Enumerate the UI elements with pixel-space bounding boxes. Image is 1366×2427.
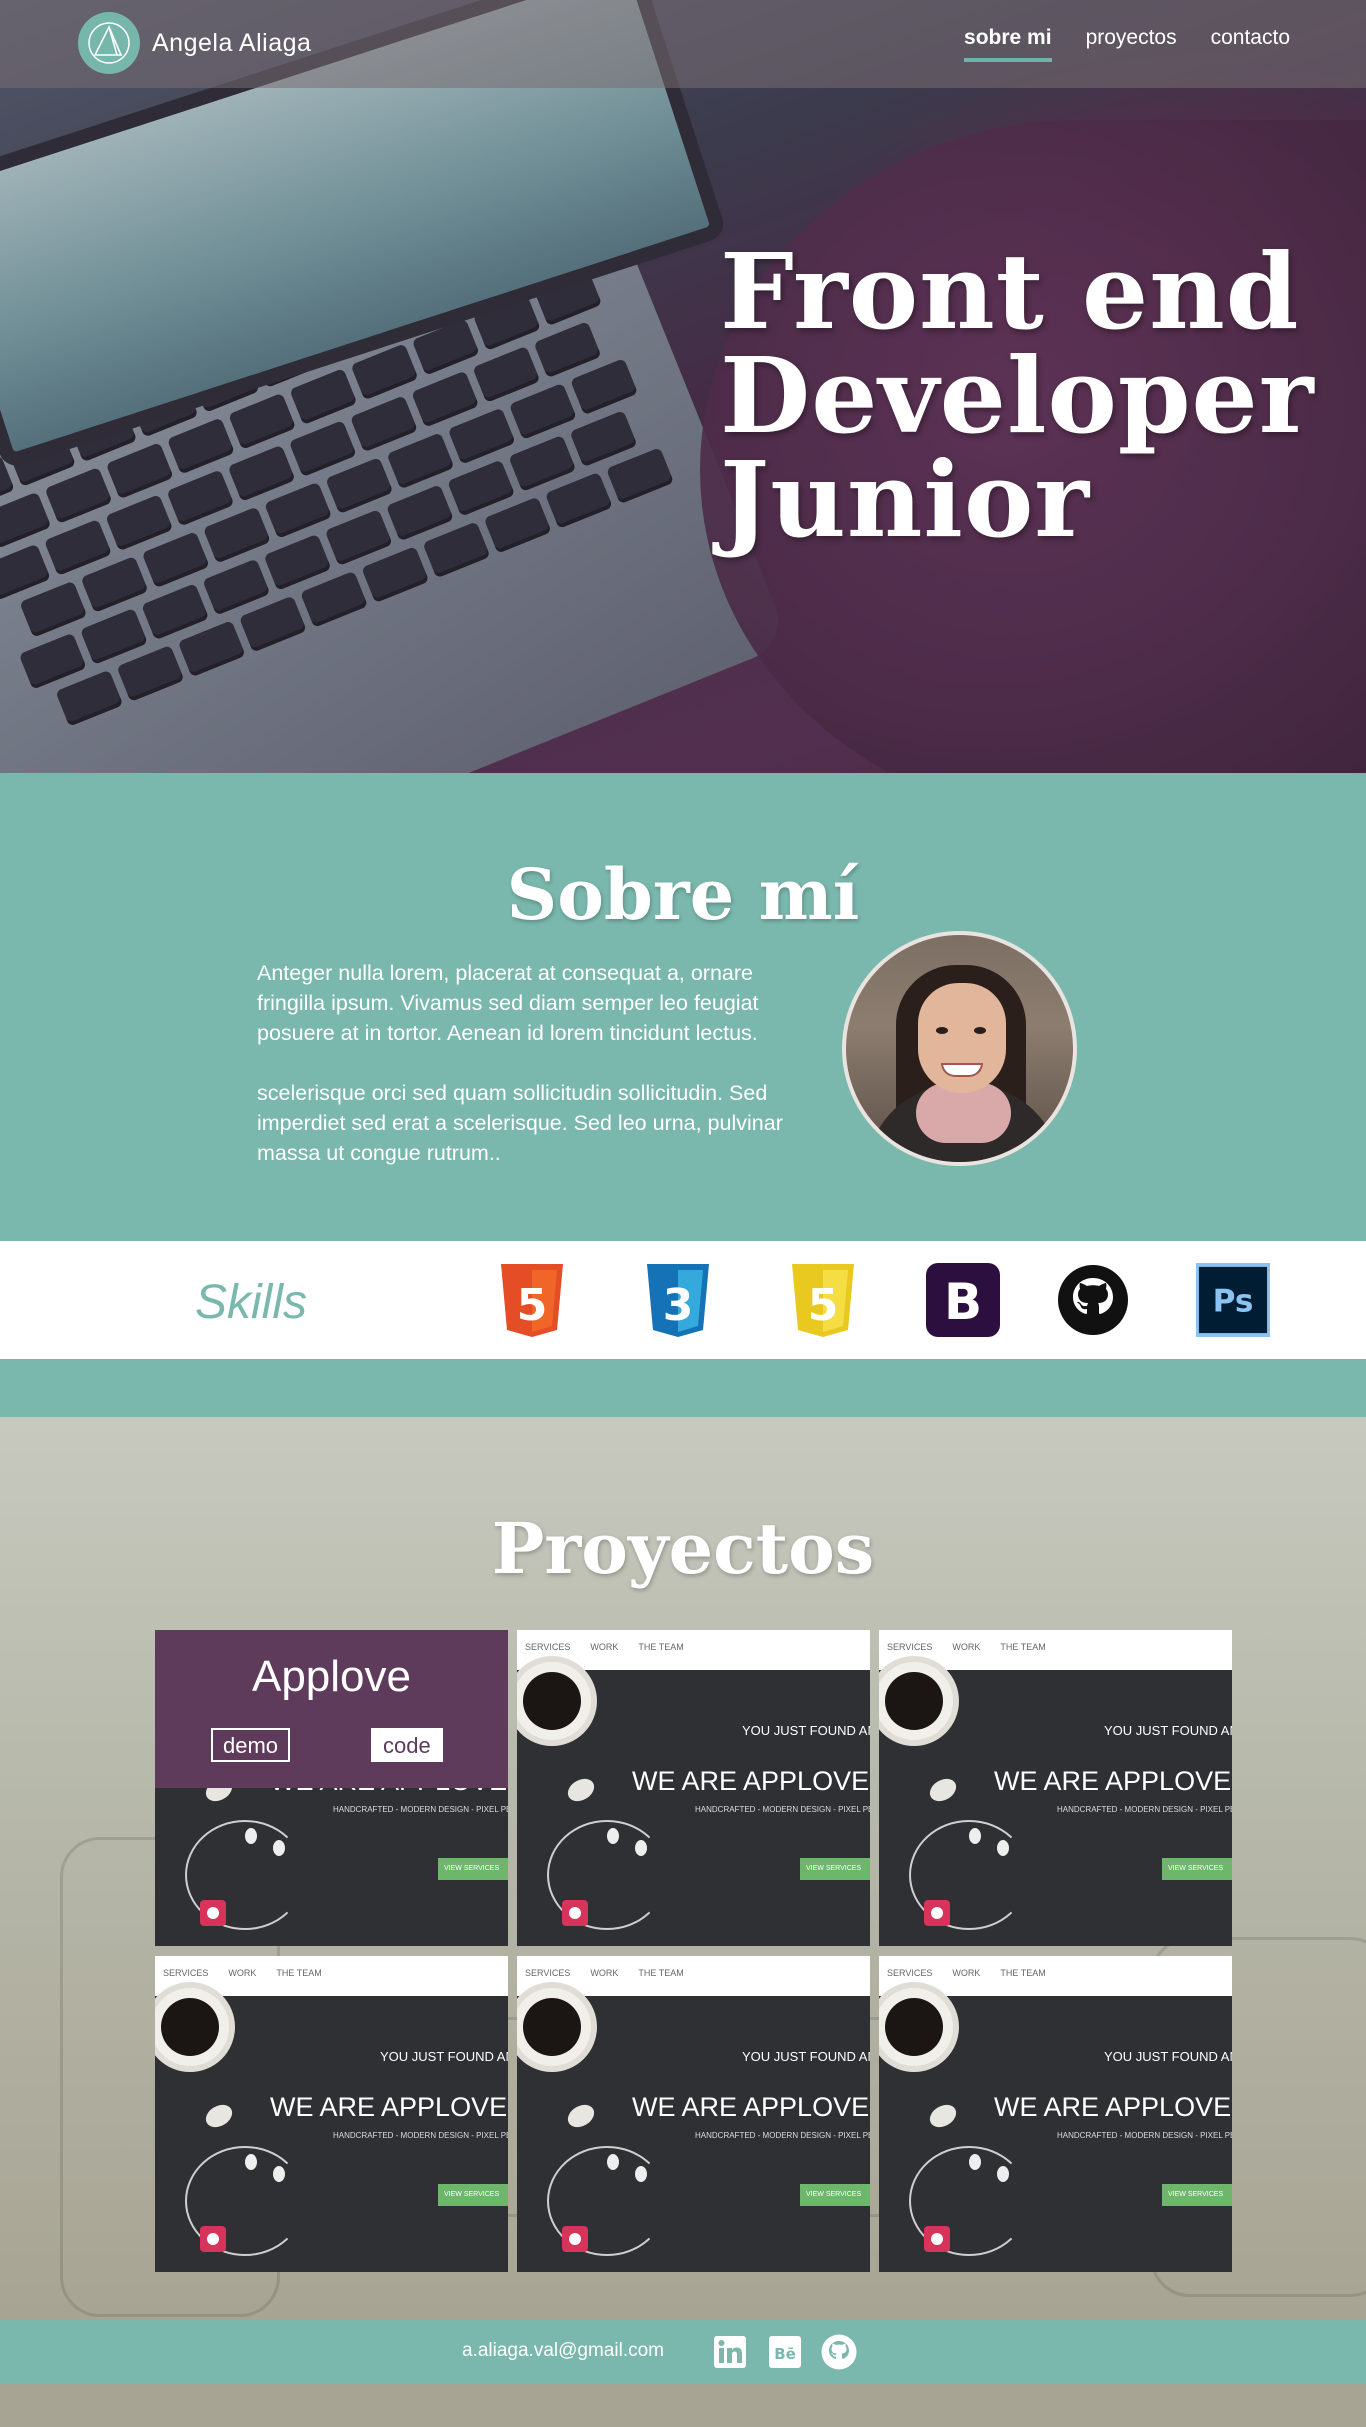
- project-thumb-subtitle: YOU JUST FOUND AN U: [742, 2049, 870, 2064]
- coffee-cup-image: [879, 1656, 959, 1746]
- about-paragraph-1: Anteger nulla lorem, placerat at consequ…: [257, 961, 759, 1045]
- project-thumb-tagline: HANDCRAFTED - MODERN DESIGN - PIXEL PE: [695, 1805, 870, 1814]
- project-thumb-subtitle: YOU JUST FOUND AN U: [380, 2049, 508, 2064]
- project-card[interactable]: SERVICESWORKTHE TEAMYOU JUST FOUND AN UW…: [155, 1630, 508, 1946]
- html5-icon: 5: [495, 1263, 569, 1337]
- hero-title-line-2: Developer: [720, 334, 1315, 457]
- coffee-cup-image: [155, 1982, 235, 2072]
- photoshop-icon: Ps: [1196, 1263, 1270, 1337]
- project-thumb-subtitle: YOU JUST FOUND AN U: [742, 1723, 870, 1738]
- ipod-image: [562, 1900, 588, 1926]
- svg-text:Bē: Bē: [774, 2345, 796, 2363]
- projects-title: Proyectos: [491, 1507, 875, 1590]
- project-thumb-subtitle: YOU JUST FOUND AN U: [1104, 1723, 1232, 1738]
- spoon-image: [563, 1774, 599, 1806]
- projects-section: Proyectos SERVICESWORKTHE TEAMYOU JUST F…: [0, 1417, 1366, 2320]
- project-thumb-headline: WE ARE APPLOVE: [270, 2092, 508, 2122]
- project-thumb-subtitle: YOU JUST FOUND AN U: [1104, 2049, 1232, 2064]
- code-button[interactable]: code: [371, 1728, 443, 1762]
- project-thumb-tagline: HANDCRAFTED - MODERN DESIGN - PIXEL PE: [333, 1805, 508, 1814]
- about-text: Anteger nulla lorem, placerat at consequ…: [257, 958, 817, 1168]
- project-thumb-button: VIEW SERVICES: [1162, 2184, 1232, 2206]
- ipod-image: [200, 1900, 226, 1926]
- project-thumb-headline: WE ARE APPLOVE: [632, 1766, 870, 1796]
- svg-text:Ps: Ps: [1213, 1284, 1254, 1320]
- skills-section: Skills 5 3 5 B Ps: [0, 1241, 1366, 1359]
- hero-section: Angela Aliaga sobre mi proyectos contact…: [0, 0, 1366, 773]
- project-thumb-button: VIEW SERVICES: [438, 1858, 508, 1880]
- linkedin-icon[interactable]: [712, 2334, 748, 2370]
- demo-button[interactable]: demo: [211, 1728, 291, 1762]
- project-card[interactable]: SERVICESWORKTHE TEAMYOU JUST FOUND AN UW…: [517, 1956, 870, 2272]
- ipod-image: [200, 2226, 226, 2252]
- project-thumb-tagline: HANDCRAFTED - MODERN DESIGN - PIXEL PE: [1057, 2131, 1232, 2140]
- project-card[interactable]: SERVICESWORKTHE TEAMYOU JUST FOUND AN UW…: [517, 1630, 870, 1946]
- profile-photo: [842, 931, 1077, 1166]
- coffee-cup-image: [517, 1656, 597, 1746]
- spoon-image: [925, 1774, 961, 1806]
- project-thumb-tagline: HANDCRAFTED - MODERN DESIGN - PIXEL PE: [695, 2131, 870, 2140]
- coffee-cup-image: [517, 1982, 597, 2072]
- project-thumb-tagline: HANDCRAFTED - MODERN DESIGN - PIXEL PE: [1057, 1805, 1232, 1814]
- brand-name[interactable]: Angela Aliaga: [152, 29, 311, 58]
- about-title: Sobre mí: [506, 853, 860, 936]
- about-paragraph-2: scelerisque orci sed quam sollicitudin s…: [257, 1081, 783, 1165]
- ipod-image: [924, 2226, 950, 2252]
- bootstrap-icon: B: [926, 1263, 1000, 1337]
- brand-logo-icon[interactable]: [78, 12, 140, 74]
- ipod-image: [562, 2226, 588, 2252]
- nav-link-sobre-mi[interactable]: sobre mi: [964, 26, 1052, 62]
- top-navbar: Angela Aliaga sobre mi proyectos contact…: [0, 0, 1366, 88]
- spoon-image: [563, 2100, 599, 2132]
- project-thumb-headline: WE ARE APPLOVE: [632, 2092, 870, 2122]
- hero-title-line-3: Junior: [720, 438, 1091, 561]
- nav-link-contacto[interactable]: contacto: [1211, 26, 1290, 62]
- project-thumb-button: VIEW SERVICES: [800, 1858, 870, 1880]
- javascript-icon: 5: [786, 1263, 860, 1337]
- project-thumb-button: VIEW SERVICES: [1162, 1858, 1232, 1880]
- brand[interactable]: Angela Aliaga: [78, 12, 311, 74]
- project-card[interactable]: SERVICESWORKTHE TEAMYOU JUST FOUND AN UW…: [155, 1956, 508, 2272]
- project-title: Applove: [251, 1652, 411, 1701]
- main-nav: sobre mi proyectos contacto: [964, 26, 1290, 62]
- about-section: Sobre mí Anteger nulla lorem, placerat a…: [0, 773, 1366, 1241]
- email-link[interactable]: a.aliaga.val@gmail.com: [462, 2340, 664, 2362]
- coffee-cup-image: [879, 1982, 959, 2072]
- github-icon: [1056, 1263, 1130, 1337]
- project-thumb-button: VIEW SERVICES: [800, 2184, 870, 2206]
- project-card[interactable]: SERVICESWORKTHE TEAMYOU JUST FOUND AN UW…: [879, 1956, 1232, 2272]
- skills-title: Skills: [195, 1276, 308, 1329]
- svg-text:5: 5: [517, 1280, 548, 1331]
- hero-title: Front end Developer Junior: [720, 240, 1340, 552]
- css3-icon: 3: [641, 1263, 715, 1337]
- project-thumb-headline: WE ARE APPLOVE: [994, 1766, 1232, 1796]
- spoon-image: [925, 2100, 961, 2132]
- footer: a.aliaga.val@gmail.com Bē: [0, 2320, 1366, 2427]
- project-thumb-button: VIEW SERVICES: [438, 2184, 508, 2206]
- behance-icon[interactable]: Bē: [767, 2334, 803, 2370]
- hero-title-line-1: Front end: [720, 230, 1300, 353]
- ipod-image: [924, 1900, 950, 1926]
- footer-bar: a.aliaga.val@gmail.com Bē: [0, 2320, 1366, 2384]
- svg-text:5: 5: [808, 1280, 839, 1331]
- projects-grid: SERVICESWORKTHE TEAMYOU JUST FOUND AN UW…: [155, 1630, 1233, 2272]
- project-thumb-tagline: HANDCRAFTED - MODERN DESIGN - PIXEL PE: [333, 2131, 508, 2140]
- svg-text:B: B: [944, 1273, 982, 1331]
- nav-link-proyectos[interactable]: proyectos: [1086, 26, 1177, 62]
- project-card[interactable]: SERVICESWORKTHE TEAMYOU JUST FOUND AN UW…: [879, 1630, 1232, 1946]
- svg-text:3: 3: [663, 1280, 694, 1331]
- project-thumb-headline: WE ARE APPLOVE: [994, 2092, 1232, 2122]
- github-footer-icon[interactable]: [821, 2334, 857, 2370]
- project-hover-overlay: Applove demo code: [155, 1630, 508, 1788]
- spoon-image: [201, 2100, 237, 2132]
